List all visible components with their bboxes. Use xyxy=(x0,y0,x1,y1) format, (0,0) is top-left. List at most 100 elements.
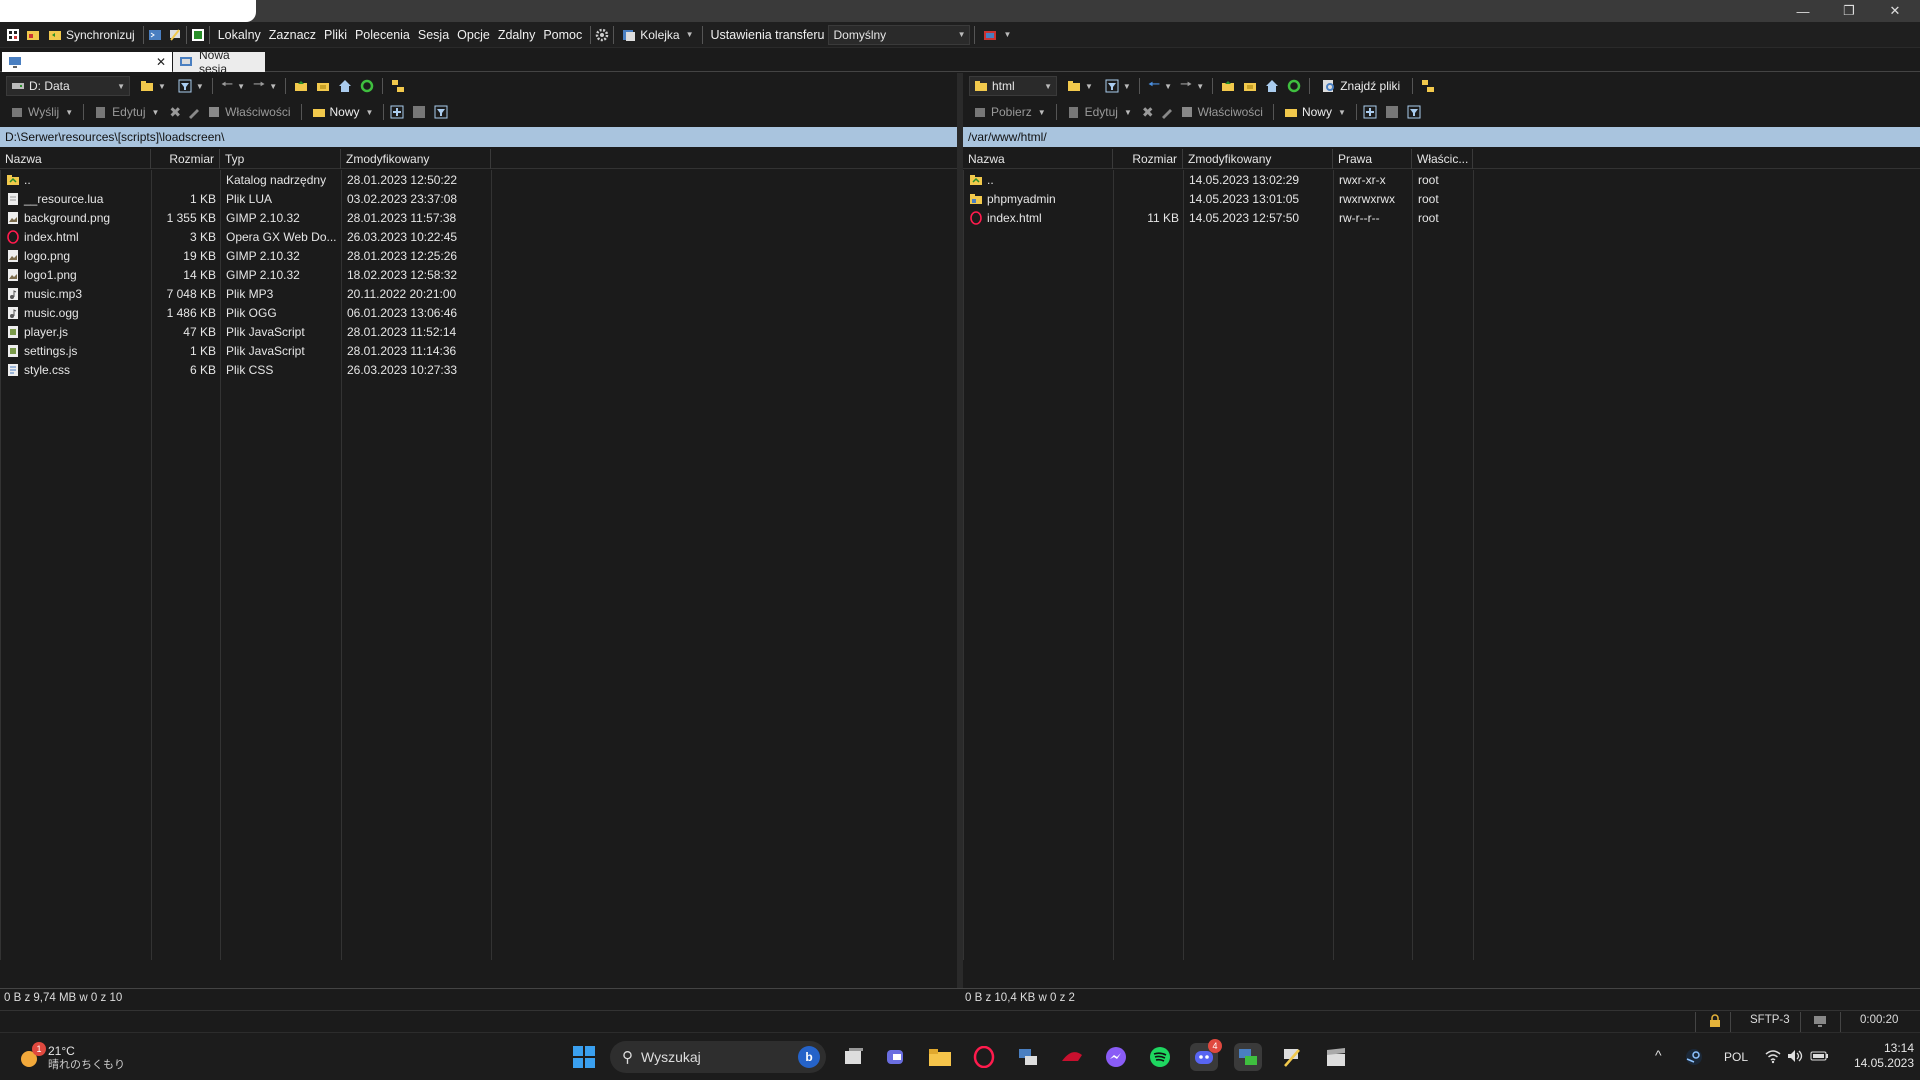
column-name[interactable]: Nazwa xyxy=(0,149,151,169)
menu-zdalny[interactable]: Zdalny xyxy=(494,28,540,42)
discord-icon[interactable]: 4 xyxy=(1190,1039,1222,1071)
winscp-active-icon[interactable] xyxy=(1234,1043,1262,1071)
properties-button[interactable]: Właściwości xyxy=(203,105,294,119)
tree-view-icon[interactable] xyxy=(391,79,405,93)
file-row[interactable]: style.css 6 KB Plik CSS 26.03.2023 10:27:33 xyxy=(1,360,957,379)
new-button[interactable]: Nowy ▼ xyxy=(1280,105,1350,119)
new-button[interactable]: Nowy ▼ xyxy=(308,105,378,119)
volume-icon[interactable] xyxy=(1786,1047,1804,1068)
forward-icon[interactable]: 🠖 xyxy=(1180,74,1192,98)
back-icon[interactable]: 🠔 xyxy=(1148,74,1160,98)
taskbar-search[interactable]: ⚲ Wyszukaj b xyxy=(610,1041,826,1073)
filter-icon[interactable] xyxy=(1105,79,1119,93)
putty-icon[interactable] xyxy=(168,28,182,42)
delete-icon[interactable]: ✖ xyxy=(1142,104,1154,121)
tree-view-icon[interactable] xyxy=(1421,79,1435,93)
refresh-icon[interactable] xyxy=(360,79,374,93)
preferences-icon[interactable] xyxy=(191,28,205,42)
select-filter-icon[interactable] xyxy=(434,105,448,119)
menu-zaznacz[interactable]: Zaznacz xyxy=(265,28,320,42)
edit-button[interactable]: Edytuj ▼ xyxy=(90,105,163,119)
column-owner[interactable]: Właścic... xyxy=(1412,149,1473,169)
parent-directory-icon[interactable] xyxy=(1221,79,1235,93)
filter-icon[interactable] xyxy=(178,79,192,93)
column-type[interactable]: Typ xyxy=(220,149,341,169)
layout-icon[interactable] xyxy=(6,28,20,42)
file-row[interactable]: logo1.png 14 KB GIMP 2.10.32 18.02.2023 12:… xyxy=(1,265,957,284)
menu-pliki[interactable]: Pliki xyxy=(320,28,351,42)
remote-file-list[interactable]: .. 14.05.2023 13:02:29 rwxr-xr-x root phpmya… xyxy=(963,170,1920,960)
root-directory-icon[interactable] xyxy=(316,79,330,93)
column-name[interactable]: Nazwa xyxy=(963,149,1113,169)
column-rights[interactable]: Prawa xyxy=(1333,149,1412,169)
refresh-icon[interactable] xyxy=(1287,79,1301,93)
messenger-icon[interactable] xyxy=(1102,1043,1130,1071)
unselect-all-icon[interactable] xyxy=(412,105,426,119)
close-icon[interactable]: ✕ xyxy=(156,55,166,69)
file-row[interactable]: .. Katalog nadrzędny 28.01.2023 12:50:22 xyxy=(1,170,957,189)
queue-button[interactable]: Kolejka ▼ xyxy=(618,28,697,42)
remote-directory-select[interactable]: html ▼ xyxy=(969,76,1057,96)
root-directory-icon[interactable] xyxy=(1243,79,1257,93)
rename-icon[interactable] xyxy=(1160,105,1174,119)
task-view-icon[interactable] xyxy=(840,1043,868,1071)
rockstar-icon[interactable] xyxy=(1058,1043,1086,1071)
menu-sesja[interactable]: Sesja xyxy=(414,28,453,42)
spotify-icon[interactable] xyxy=(1146,1043,1174,1071)
delete-icon[interactable]: ✖ xyxy=(169,104,181,121)
file-row[interactable]: music.ogg 1 486 KB Plik OGG 06.01.2023 13:0… xyxy=(1,303,957,322)
session-menu-button[interactable]: ▼ xyxy=(979,28,1015,42)
edit-button[interactable]: Edytuj ▼ xyxy=(1063,105,1136,119)
restore-button[interactable]: ❐ xyxy=(1826,0,1872,22)
remote-path-bar[interactable]: /var/www/html/ xyxy=(963,127,1920,147)
panel-splitter[interactable] xyxy=(957,73,963,988)
file-row[interactable]: __resource.lua 1 KB Plik LUA 03.02.2023 23:… xyxy=(1,189,957,208)
file-row[interactable]: .. 14.05.2023 13:02:29 rwxr-xr-x root xyxy=(964,170,1920,189)
gear-icon[interactable] xyxy=(595,28,609,42)
file-row[interactable]: phpmyadmin 14.05.2023 13:01:05 rwxrwxrwx ro… xyxy=(964,189,1920,208)
menu-lokalny[interactable]: Lokalny xyxy=(214,28,265,42)
home-icon[interactable] xyxy=(1265,79,1279,93)
properties-button[interactable]: Właściwości xyxy=(1176,105,1267,119)
back-icon[interactable]: 🠔 xyxy=(221,74,233,98)
file-row[interactable]: background.png 1 355 KB GIMP 2.10.32 28.01.… xyxy=(1,208,957,227)
column-size[interactable]: Rozmiar xyxy=(151,149,220,169)
menu-opcje[interactable]: Opcje xyxy=(453,28,494,42)
tab-new-session[interactable]: Nowa sesja xyxy=(173,48,265,76)
wifi-icon[interactable] xyxy=(1764,1047,1782,1068)
file-row[interactable]: settings.js 1 KB Plik JavaScript 28.01.2023… xyxy=(1,341,957,360)
select-all-icon[interactable] xyxy=(390,105,404,119)
synchronize-button[interactable]: Synchronizuj xyxy=(44,28,139,42)
transfer-preset-select[interactable]: Domyślny ▼ xyxy=(828,24,971,45)
open-folder-icon[interactable] xyxy=(1067,79,1081,93)
local-path-bar[interactable]: D:\Serwer\resources\[scripts]\loadscreen… xyxy=(0,127,957,147)
unselect-all-icon[interactable] xyxy=(1385,105,1399,119)
open-folder-icon[interactable] xyxy=(140,79,154,93)
windows-start-icon[interactable] xyxy=(570,1043,598,1071)
menu-pomoc[interactable]: Pomoc xyxy=(539,28,586,42)
select-all-icon[interactable] xyxy=(1363,105,1377,119)
file-row[interactable]: player.js 47 KB Plik JavaScript 28.01.2023 … xyxy=(1,322,957,341)
minimize-button[interactable]: — xyxy=(1780,0,1826,22)
clock[interactable]: 13:14 14.05.2023 xyxy=(1840,1041,1914,1071)
local-drive-select[interactable]: D: Data ▼ xyxy=(6,76,130,96)
language-indicator[interactable]: POL xyxy=(1724,1050,1748,1064)
chevron-up-icon[interactable]: ^ xyxy=(1655,1047,1662,1063)
file-explorer-icon[interactable] xyxy=(926,1043,954,1071)
close-window-button[interactable]: ✕ xyxy=(1872,0,1918,22)
tab-current-session[interactable]: ✕ xyxy=(2,52,172,72)
clapperboard-icon[interactable] xyxy=(1322,1043,1350,1071)
file-row[interactable]: index.html 11 KB 14.05.2023 12:57:50 rw-r--… xyxy=(964,208,1920,227)
console-icon[interactable] xyxy=(148,28,162,42)
column-size[interactable]: Rozmiar xyxy=(1113,149,1183,169)
file-row[interactable]: music.mp3 7 048 KB Plik MP3 20.11.2022 20:2… xyxy=(1,284,957,303)
column-modified[interactable]: Zmodyfikowany xyxy=(1183,149,1333,169)
download-button[interactable]: Pobierz ▼ xyxy=(969,105,1050,119)
bing-icon[interactable]: b xyxy=(798,1046,820,1068)
putty-taskbar-icon[interactable] xyxy=(1278,1043,1306,1071)
steam-icon[interactable] xyxy=(1685,1048,1703,1069)
winscp-icon[interactable] xyxy=(1014,1043,1042,1071)
parent-directory-icon[interactable] xyxy=(294,79,308,93)
file-row[interactable]: logo.png 19 KB GIMP 2.10.32 28.01.2023 12:2… xyxy=(1,246,957,265)
send-button[interactable]: Wyślij ▼ xyxy=(6,105,77,119)
